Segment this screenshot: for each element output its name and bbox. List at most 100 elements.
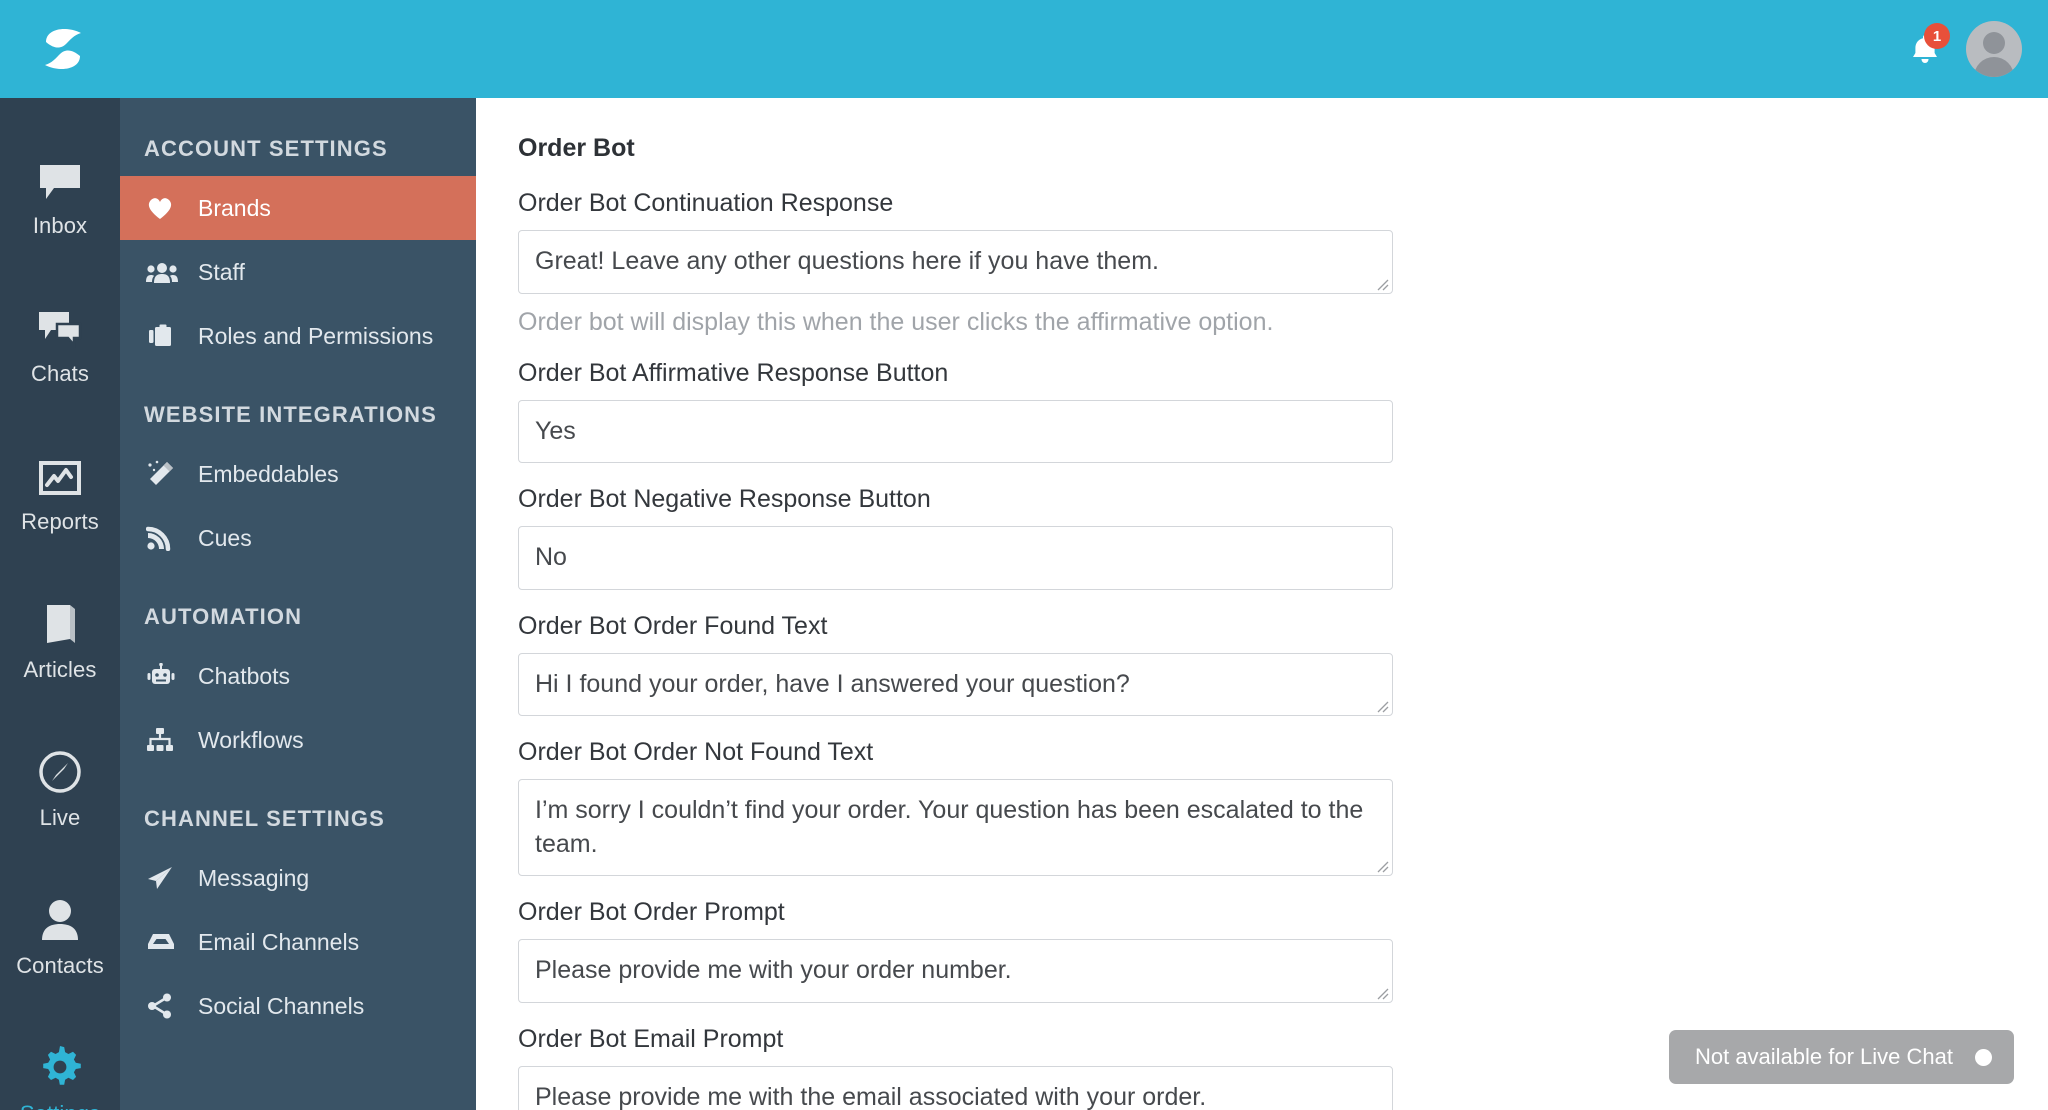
chart-line-icon bbox=[39, 454, 81, 498]
field-label: Order Bot Order Prompt bbox=[518, 898, 785, 926]
order-bot-affirmative-response-button-input[interactable]: Yes bbox=[518, 399, 1393, 463]
sidebar-item-brands[interactable]: Brands bbox=[120, 176, 476, 240]
sidebar-item-workflows[interactable]: Workflows bbox=[120, 708, 476, 772]
order-bot-email-prompt-input[interactable]: Please provide me with the email associa… bbox=[518, 1065, 1393, 1110]
sidebar-item-label: Staff bbox=[198, 258, 245, 285]
order-bot-order-not-found-text-input[interactable]: I’m sorry I couldn’t find your order. Yo… bbox=[518, 779, 1393, 876]
paper-plane-icon bbox=[146, 865, 198, 891]
field-helper-text: Order bot will display this when the use… bbox=[518, 307, 1274, 336]
sidebar-item-label: Roles and Permissions bbox=[198, 322, 434, 349]
page-title: Order Bot bbox=[518, 134, 635, 162]
nav-label: Inbox bbox=[32, 212, 88, 238]
sitemap-icon bbox=[146, 727, 198, 753]
field-order-bot-order-prompt: Order Bot Order Prompt Please provide me… bbox=[518, 898, 2048, 1003]
two-speech-bubbles-icon bbox=[37, 306, 83, 350]
sidebar-item-messaging[interactable]: Messaging bbox=[120, 846, 476, 910]
compass-icon bbox=[38, 750, 82, 794]
avatar[interactable] bbox=[1966, 21, 2022, 77]
book-icon bbox=[40, 602, 80, 646]
live-chat-status-widget[interactable]: Not available for Live Chat bbox=[1668, 1030, 2014, 1084]
notification-badge: 1 bbox=[1924, 23, 1950, 49]
robot-icon bbox=[146, 663, 198, 689]
briefcase-icon bbox=[146, 323, 198, 349]
field-label: Order Bot Continuation Response bbox=[518, 189, 894, 217]
sidebar-item-cues[interactable]: Cues bbox=[120, 506, 476, 570]
nav-item-live[interactable]: Live bbox=[0, 716, 120, 864]
textarea-wrap: I’m sorry I couldn’t find your order. Yo… bbox=[518, 779, 1393, 876]
app-root: 1 Inbox Chats Reports Articles Live Cont… bbox=[0, 0, 2048, 1110]
field-order-bot-order-found-text: Order Bot Order Found Text Hi I found yo… bbox=[518, 611, 2048, 716]
nav-label: Live bbox=[39, 804, 81, 830]
live-chat-status-label: Not available for Live Chat bbox=[1694, 1044, 1953, 1069]
status-dot-icon bbox=[1975, 1048, 1992, 1066]
people-icon bbox=[146, 260, 198, 284]
notifications-button[interactable]: 1 bbox=[1902, 23, 1950, 72]
field-order-bot-order-not-found-text: Order Bot Order Not Found Text I’m sorry… bbox=[518, 738, 2048, 876]
nav-label: Chats bbox=[31, 360, 89, 386]
field-label: Order Bot Order Not Found Text bbox=[518, 738, 874, 766]
section-heading-website-integrations: WEBSITE INTEGRATIONS bbox=[144, 402, 437, 427]
nav-item-inbox[interactable]: Inbox bbox=[0, 124, 120, 272]
textarea-wrap: Please provide me with your order number… bbox=[518, 939, 1393, 1003]
nav-item-contacts[interactable]: Contacts bbox=[0, 864, 120, 1012]
order-bot-order-found-text-input[interactable]: Hi I found your order, have I answered y… bbox=[518, 652, 1393, 716]
avatar-body bbox=[1974, 57, 2014, 77]
rss-icon bbox=[146, 525, 198, 551]
field-order-bot-affirmative-response-button: Order Bot Affirmative Response Button Ye… bbox=[518, 358, 2048, 463]
field-order-bot-continuation-response: Order Bot Continuation Response Great! L… bbox=[518, 189, 2048, 294]
leaf-logo-icon[interactable] bbox=[34, 20, 92, 78]
avatar-head bbox=[1983, 32, 2005, 54]
field-label: Order Bot Order Found Text bbox=[518, 611, 828, 640]
nav-label: Articles bbox=[23, 656, 97, 682]
nav-label: Contacts bbox=[16, 952, 104, 978]
nav-label: Settings bbox=[20, 1101, 100, 1110]
person-icon bbox=[39, 898, 81, 942]
textarea-wrap: Hi I found your order, have I answered y… bbox=[518, 652, 1393, 716]
order-bot-negative-response-button-input[interactable]: No bbox=[518, 526, 1393, 590]
order-bot-continuation-response-input[interactable]: Great! Leave any other questions here if… bbox=[518, 230, 1393, 294]
sidebar-item-label: Brands bbox=[198, 194, 271, 221]
top-bar-right: 1 bbox=[1902, 21, 2022, 77]
sidebar-item-label: Workflows bbox=[198, 726, 304, 753]
field-label: Order Bot Affirmative Response Button bbox=[518, 358, 949, 387]
nav-item-chats[interactable]: Chats bbox=[0, 272, 120, 420]
sidebar-item-embeddables[interactable]: Embeddables bbox=[120, 442, 476, 506]
heart-icon bbox=[146, 195, 198, 221]
textarea-wrap: Please provide me with the email associa… bbox=[518, 1065, 1393, 1110]
field-order-bot-negative-response-button: Order Bot Negative Response Button No bbox=[518, 485, 2048, 590]
sidebar-item-label: Chatbots bbox=[198, 662, 291, 689]
sidebar-item-chatbots[interactable]: Chatbots bbox=[120, 644, 476, 708]
sidebar-item-label: Cues bbox=[198, 524, 252, 551]
inbox-tray-icon bbox=[146, 931, 198, 953]
primary-nav: Inbox Chats Reports Articles Live Contac… bbox=[0, 98, 120, 1110]
magic-wand-icon bbox=[146, 460, 198, 488]
nav-item-reports[interactable]: Reports bbox=[0, 420, 120, 568]
section-heading-channel-settings: CHANNEL SETTINGS bbox=[144, 806, 385, 831]
sidebar-item-label: Messaging bbox=[198, 864, 310, 891]
sidebar-item-label: Social Channels bbox=[198, 992, 365, 1019]
speech-bubble-icon bbox=[38, 158, 82, 202]
secondary-nav: ACCOUNT SETTINGS Brands Staff Roles and … bbox=[120, 98, 476, 1110]
section-heading-account-settings: ACCOUNT SETTINGS bbox=[144, 136, 388, 161]
nav-label: Reports bbox=[21, 508, 99, 534]
sidebar-item-label: Email Channels bbox=[198, 928, 360, 955]
app-shell: Inbox Chats Reports Articles Live Contac… bbox=[0, 98, 2048, 1110]
sidebar-item-label: Embeddables bbox=[198, 460, 339, 487]
nav-item-articles[interactable]: Articles bbox=[0, 568, 120, 716]
nav-item-settings[interactable]: Settings bbox=[0, 1012, 120, 1110]
sidebar-item-social-channels[interactable]: Social Channels bbox=[120, 974, 476, 1038]
share-nodes-icon bbox=[146, 993, 198, 1019]
order-bot-order-prompt-input[interactable]: Please provide me with your order number… bbox=[518, 939, 1393, 1003]
field-label: Order Bot Negative Response Button bbox=[518, 485, 931, 513]
sidebar-item-email-channels[interactable]: Email Channels bbox=[120, 910, 476, 974]
gear-icon bbox=[37, 1045, 83, 1090]
section-heading-automation: AUTOMATION bbox=[144, 604, 303, 629]
main-content: Order Bot Order Bot Continuation Respons… bbox=[476, 98, 2048, 1110]
sidebar-item-staff[interactable]: Staff bbox=[120, 240, 476, 304]
sidebar-item-roles-and-permissions[interactable]: Roles and Permissions bbox=[120, 304, 476, 368]
top-bar: 1 bbox=[0, 0, 2048, 98]
